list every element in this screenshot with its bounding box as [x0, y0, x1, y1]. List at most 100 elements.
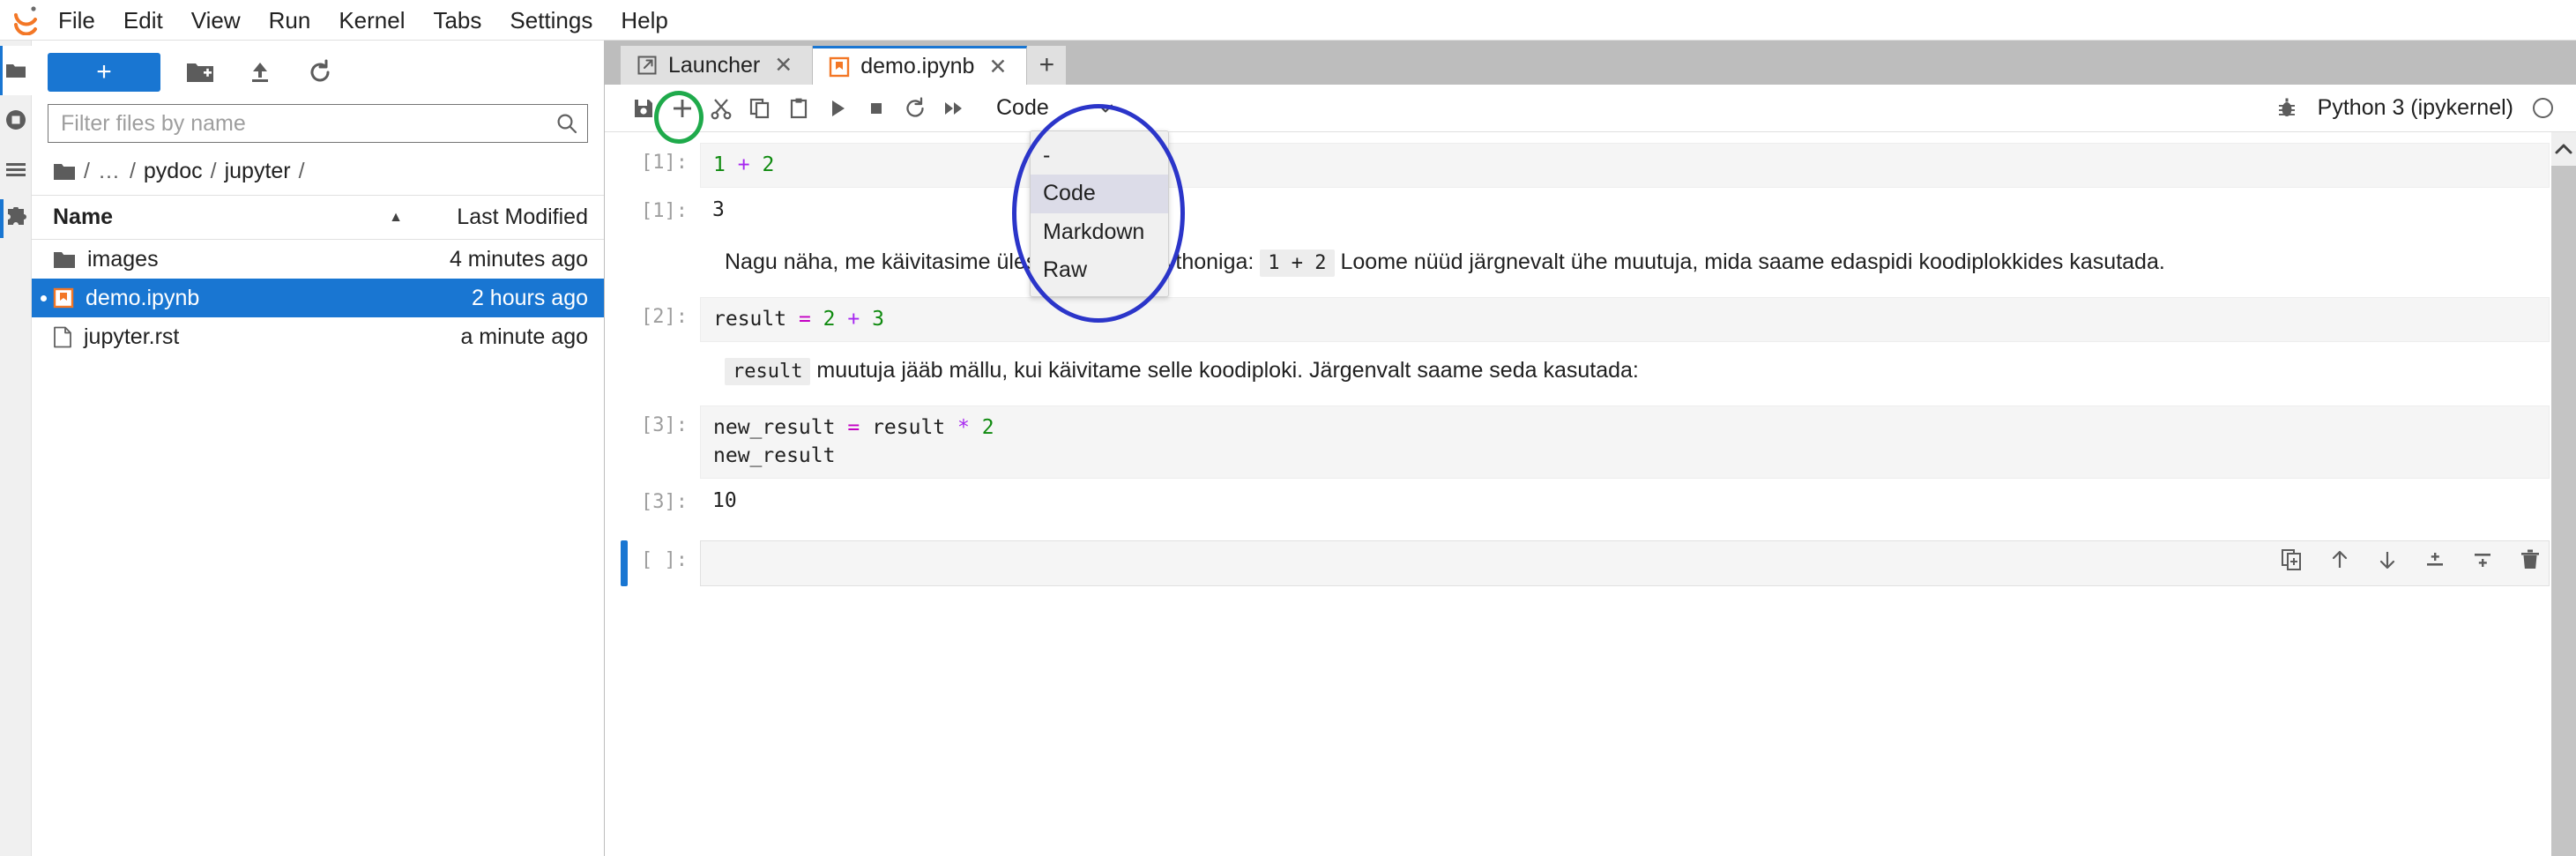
cell-source[interactable] [700, 540, 2550, 587]
menu-item-run[interactable]: Run [255, 5, 325, 35]
menu-item-kernel[interactable]: Kernel [324, 5, 419, 35]
bug-icon[interactable] [2275, 97, 2298, 120]
refresh-file-list-button[interactable] [300, 53, 340, 92]
notebook-icon [53, 287, 74, 309]
search-input[interactable] [61, 110, 555, 137]
markdown-content: Nagu näha, me käivitasime ülesande tekst… [700, 237, 2550, 294]
save-button[interactable] [624, 89, 663, 128]
notebook-toolbar: Code Python 3 (ipykernel) [605, 85, 2576, 132]
code-token: 2 [823, 307, 836, 331]
notebook-cell[interactable]: [3]: new_result = result * 2 new_result [605, 405, 2576, 480]
cell-source[interactable]: 1 + 2 [700, 143, 2550, 188]
cell-type-option-code[interactable]: Code [1031, 175, 1168, 213]
column-header-name[interactable]: Name [53, 205, 389, 230]
breadcrumb-item-pydoc[interactable]: pydoc [144, 159, 203, 184]
cut-cell-button[interactable] [702, 89, 741, 128]
sidebar-item-table-of-contents[interactable] [0, 145, 32, 194]
file-filter-box[interactable] [48, 104, 588, 143]
arrow-down-icon [2379, 552, 2395, 569]
list-item[interactable]: images 4 minutes ago [32, 240, 604, 279]
menu-item-edit[interactable]: Edit [109, 5, 177, 35]
sidebar-item-running-kernels[interactable] [0, 95, 32, 145]
copy-cell-button[interactable] [741, 89, 779, 128]
menu-item-help[interactable]: Help [607, 5, 681, 35]
chevron-down-icon [1098, 104, 1113, 112]
breadcrumb-ellipsis[interactable]: … [98, 159, 122, 184]
list-item[interactable]: jupyter.rst a minute ago [32, 317, 604, 356]
stop-kernel-button[interactable] [857, 89, 896, 128]
output-prompt: [3]: [641, 491, 688, 514]
plus-icon [674, 99, 691, 117]
paste-cell-button[interactable] [779, 89, 818, 128]
breadcrumb-sep-root[interactable]: / [84, 159, 90, 184]
cell-marker [621, 297, 628, 342]
kernel-idle-circle-icon[interactable] [2533, 98, 2553, 118]
cell-type-dropdown-menu[interactable]: - Code Markdown Raw [1030, 130, 1169, 297]
menu-item-view[interactable]: View [177, 5, 255, 35]
output-text: 3 [712, 197, 725, 221]
duplicate-cell-button[interactable] [2280, 547, 2304, 572]
new-folder-button[interactable] [180, 53, 220, 92]
menu-item-tabs[interactable]: Tabs [419, 5, 495, 35]
upload-files-button[interactable] [240, 53, 280, 92]
code-token: + [737, 153, 750, 176]
insert-cell-button[interactable] [663, 89, 702, 128]
notebook-icon [830, 56, 850, 77]
insert-cell-above-button[interactable] [2423, 547, 2447, 572]
cell-type-option-raw[interactable]: Raw [1031, 251, 1168, 289]
insert-cell-below-button[interactable] [2470, 547, 2495, 572]
run-cell-button[interactable] [818, 89, 857, 128]
notebook-cell-markdown[interactable]: result muutuja jääb mällu, kui käivitame… [605, 346, 2576, 402]
move-cell-up-button[interactable] [2327, 547, 2352, 572]
notebook-cell[interactable]: [1]: 1 + 2 [605, 143, 2576, 188]
notebook-cell-markdown[interactable]: Nagu näha, me käivitasime ülesande tekst… [605, 237, 2576, 294]
sidebar-item-extension-manager[interactable] [0, 194, 32, 243]
insert-below-icon [2475, 554, 2490, 568]
breadcrumb[interactable]: / … / pydoc / jupyter / [32, 152, 604, 196]
notebook-scrollbar[interactable] [2551, 132, 2576, 856]
chevron-up-icon[interactable] [2551, 132, 2576, 166]
file-modified-label: a minute ago [460, 324, 588, 349]
kernel-name-label[interactable]: Python 3 (ipykernel) [2318, 95, 2513, 121]
sidebar-item-file-browser[interactable] [0, 46, 32, 95]
restart-run-all-button[interactable] [934, 89, 973, 128]
new-launcher-button[interactable]: + [48, 53, 160, 92]
arrow-up-icon [2332, 551, 2348, 569]
new-tab-button[interactable]: + [1027, 46, 1067, 85]
move-cell-down-button[interactable] [2375, 547, 2400, 572]
breadcrumb-sep-1: / [129, 159, 136, 183]
notebook-cell[interactable]: [2]: result = 2 + 3 [605, 296, 2576, 342]
cell-source[interactable]: new_result = result * 2 new_result [700, 405, 2550, 480]
close-icon[interactable]: ✕ [771, 52, 796, 78]
close-icon[interactable]: ✕ [985, 54, 1010, 80]
running-kernels-icon [5, 110, 26, 130]
folder-icon [54, 164, 75, 180]
column-header-last-modified[interactable]: Last Modified [403, 205, 588, 230]
tab-demo-ipynb[interactable]: demo.ipynb ✕ [813, 46, 1028, 85]
cell-source[interactable]: result = 2 + 3 [700, 296, 2550, 342]
restart-kernel-button[interactable] [896, 89, 934, 128]
file-modified-label: 4 minutes ago [449, 246, 588, 272]
menu-item-file[interactable]: File [44, 5, 109, 35]
notebook-cell-active[interactable]: [ ]: [605, 540, 2576, 587]
list-icon [5, 163, 26, 176]
play-icon [832, 100, 845, 116]
code-token: result [872, 415, 946, 439]
tab-label: demo.ipynb [860, 54, 975, 78]
jupyter-logo-icon [7, 2, 44, 39]
cell-type-select[interactable]: Code [996, 91, 1115, 126]
sort-ascending-icon[interactable]: ▲ [389, 210, 403, 226]
cell-type-option-markdown[interactable]: Markdown [1031, 213, 1168, 251]
cell-type-option-dash[interactable]: - [1031, 137, 1168, 175]
paste-icon [790, 98, 808, 118]
menu-item-settings[interactable]: Settings [495, 5, 607, 35]
list-item[interactable]: demo.ipynb 2 hours ago [32, 279, 604, 317]
breadcrumb-item-jupyter[interactable]: jupyter [225, 159, 291, 184]
tab-launcher[interactable]: Launcher ✕ [621, 46, 814, 85]
restart-icon [906, 96, 924, 117]
delete-cell-button[interactable] [2518, 547, 2542, 572]
kernel-running-dot-icon [41, 294, 47, 301]
cell-prompt [638, 346, 700, 354]
file-name-label: demo.ipynb [86, 285, 200, 310]
file-icon [54, 326, 71, 347]
